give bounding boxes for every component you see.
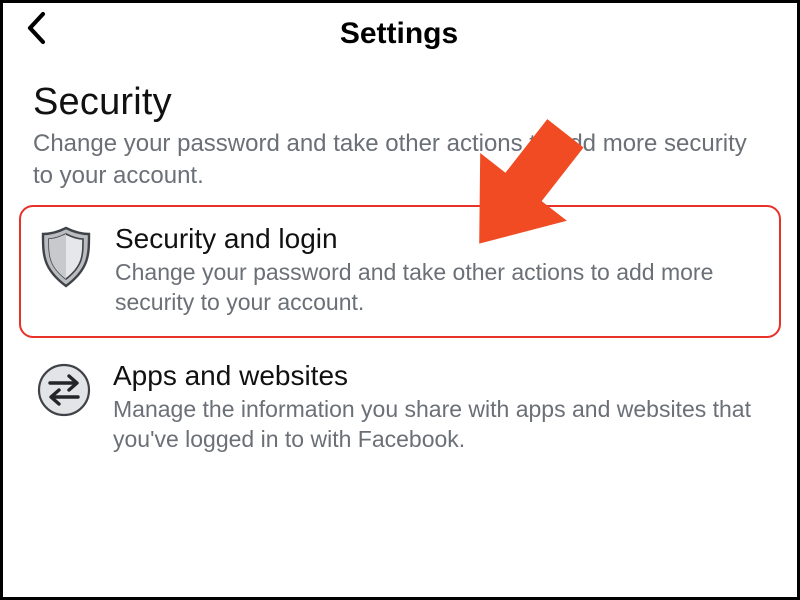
page-title: Settings (21, 17, 777, 51)
item-security-and-login[interactable]: Security and login Change your password … (19, 205, 781, 338)
header: Settings (3, 3, 797, 59)
settings-list: Security and login Change your password … (3, 205, 797, 472)
chevron-left-icon (25, 11, 47, 45)
item-body: Security and login Change your password … (115, 223, 765, 318)
shield-icon (35, 225, 97, 289)
swap-arrows-icon (33, 362, 95, 418)
item-description: Manage the information you share with ap… (113, 394, 767, 455)
item-apps-and-websites[interactable]: Apps and websites Manage the information… (19, 344, 781, 473)
item-title: Apps and websites (113, 360, 767, 392)
item-description: Change your password and take other acti… (115, 257, 765, 318)
item-title: Security and login (115, 223, 765, 255)
back-button[interactable] (25, 11, 47, 51)
section-security: Security Change your password and take o… (3, 59, 797, 205)
item-body: Apps and websites Manage the information… (113, 360, 767, 455)
section-description: Change your password and take other acti… (33, 128, 767, 193)
section-heading: Security (33, 81, 767, 124)
